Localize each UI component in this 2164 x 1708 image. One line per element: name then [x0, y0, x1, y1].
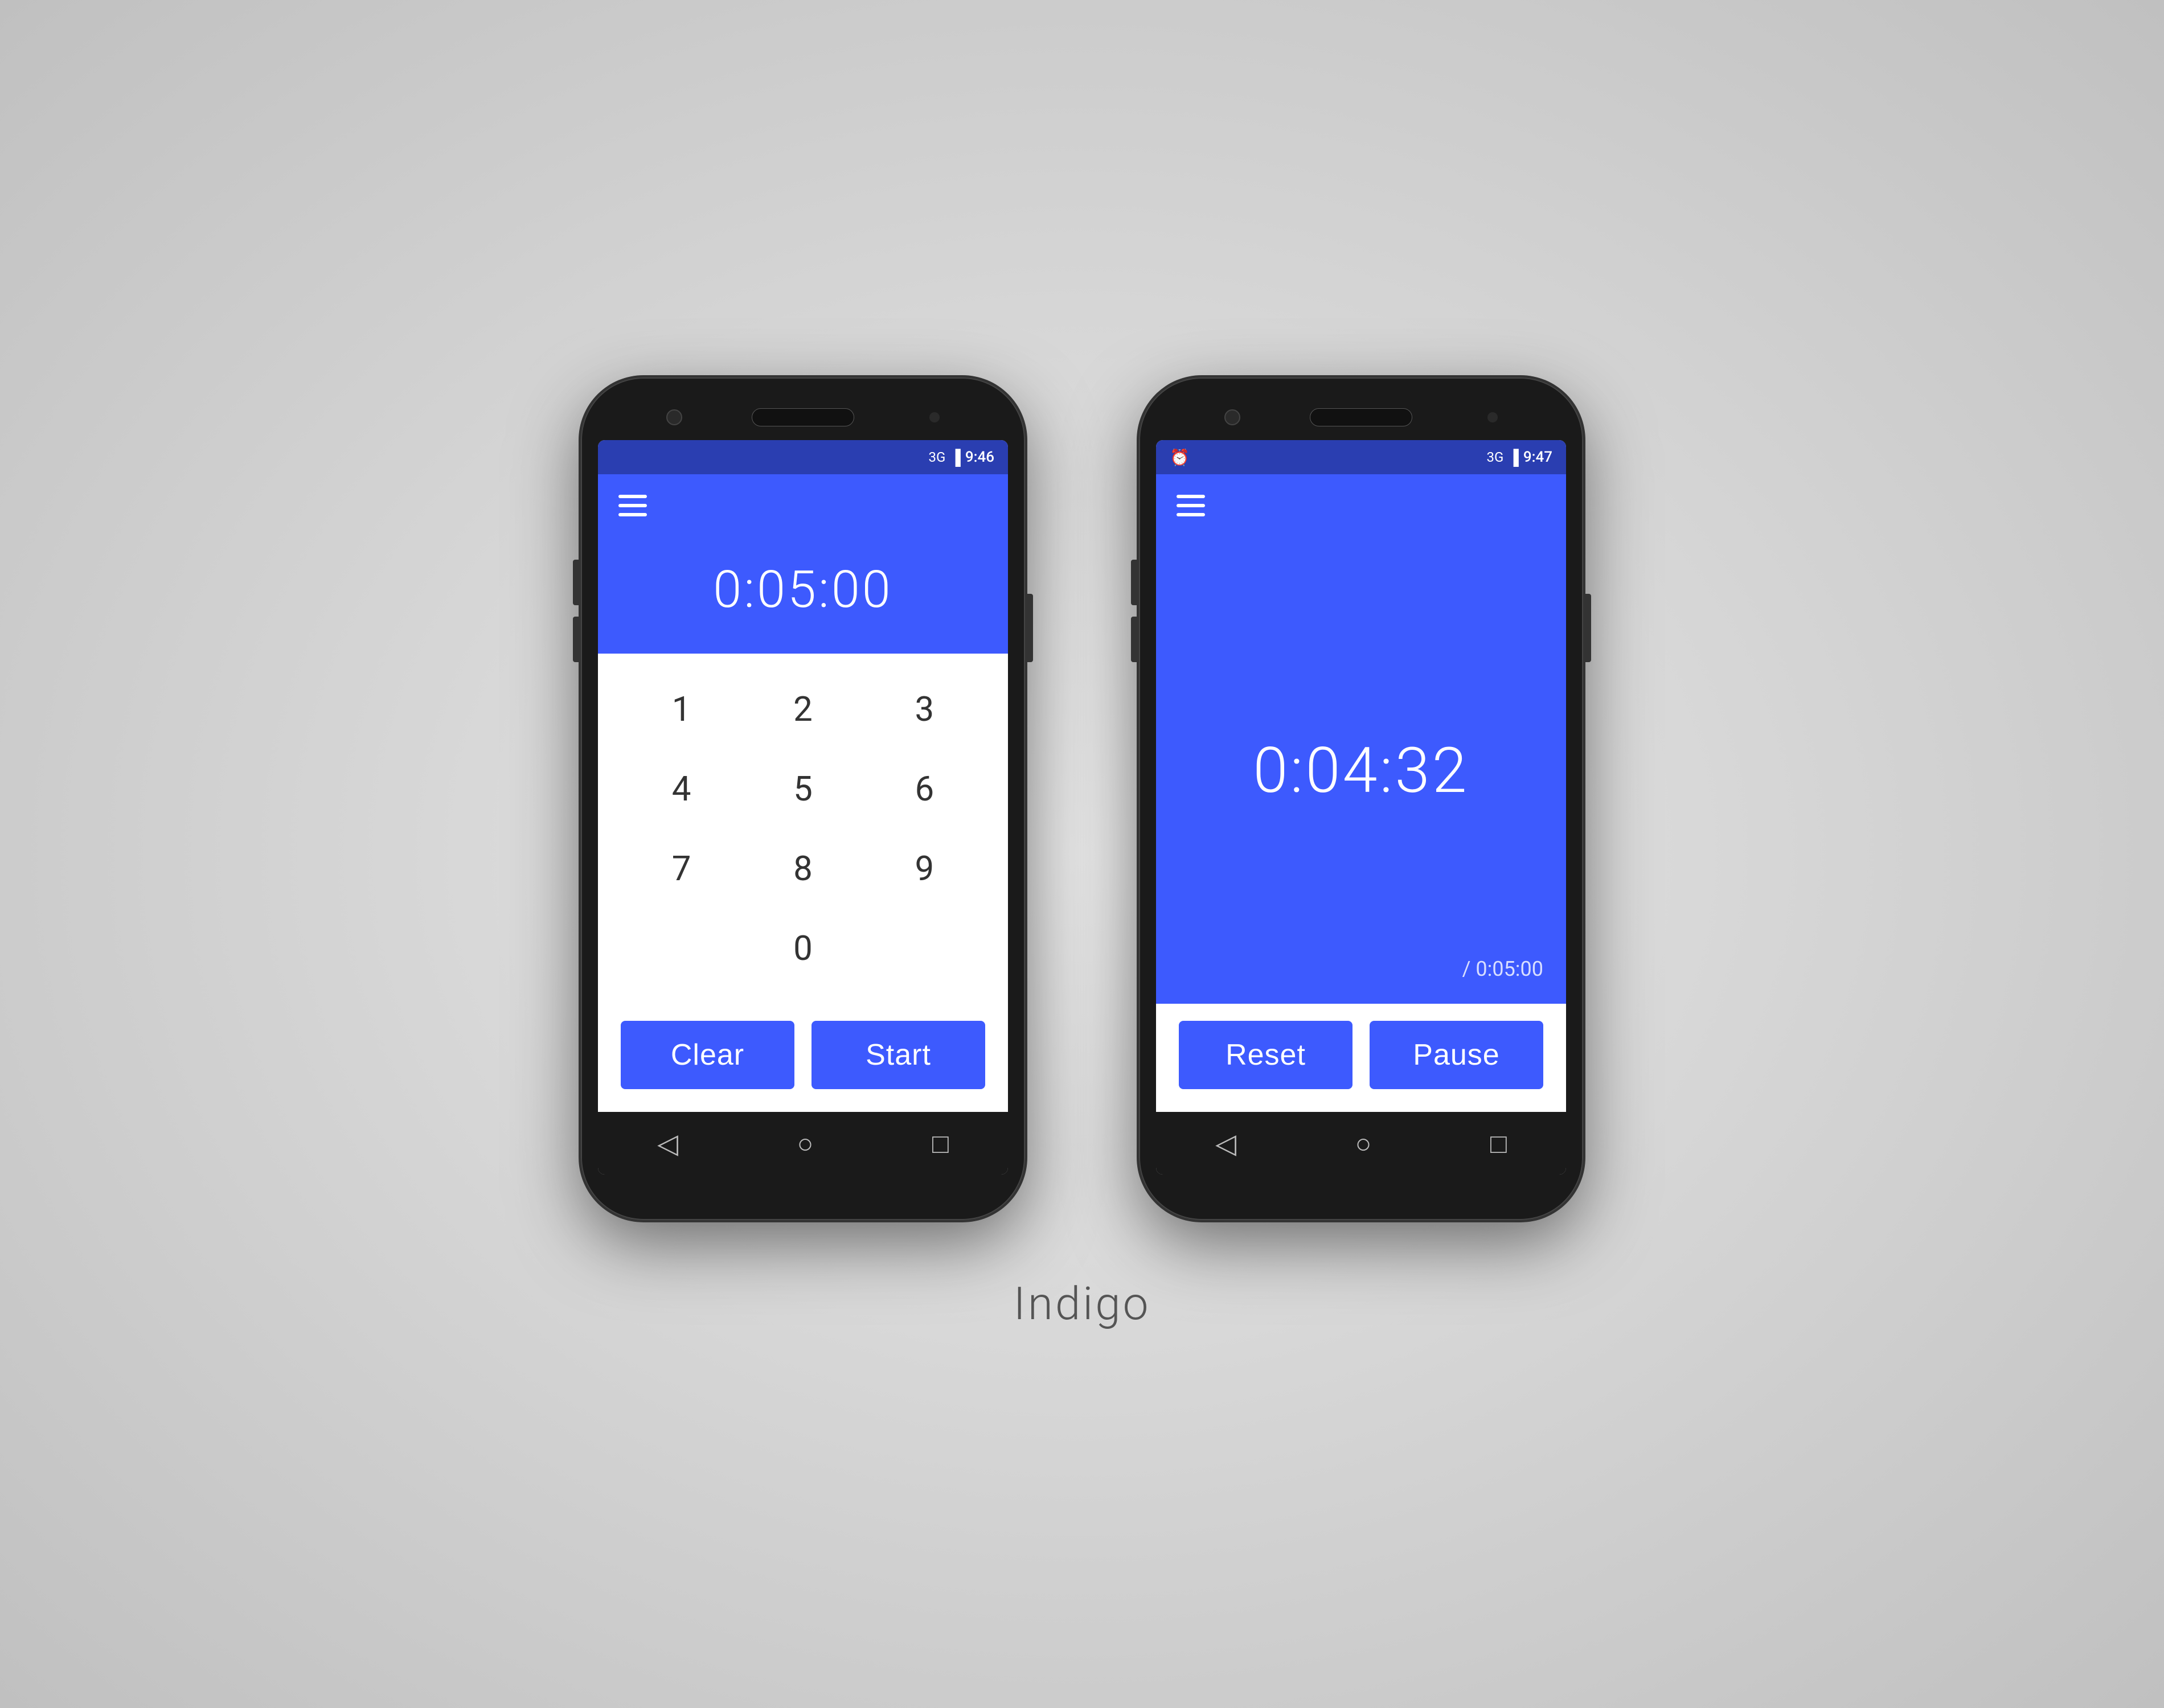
status-icons-1: 3G ▐ 9:46	[929, 449, 994, 466]
notification-light-2	[1487, 412, 1498, 422]
key-7[interactable]: 7	[639, 840, 724, 897]
phone-1: 3G ▐ 9:46 0:05:00 1	[581, 377, 1025, 1220]
phones-container: 3G ▐ 9:46 0:05:00 1	[581, 377, 1583, 1220]
status-bar-1: 3G ▐ 9:46	[598, 440, 1008, 474]
back-button-1[interactable]: ◁	[657, 1127, 678, 1160]
numpad-row-3: 7 8 9	[621, 840, 985, 897]
countdown-display: 0:04:32 / 0:05:00	[1156, 537, 1566, 1004]
vol-down-button-2	[1131, 617, 1139, 662]
phone-2: ⏰ 3G ▐ 9:47 0:04:32 / 0:05:00	[1139, 377, 1583, 1220]
bottom-buttons-1: Clear Start	[598, 1004, 1008, 1112]
numpad: 1 2 3 4 5 6 7 8 9 0	[598, 654, 1008, 1004]
speaker	[752, 408, 854, 426]
key-4[interactable]: 4	[639, 761, 724, 818]
vol-up-button	[573, 560, 581, 605]
nav-bar-1: ◁ ○ □	[598, 1112, 1008, 1175]
status-bar-2: ⏰ 3G ▐ 9:47	[1156, 440, 1566, 474]
menu-button-1[interactable]	[618, 495, 647, 516]
start-button[interactable]: Start	[812, 1021, 985, 1089]
timer-value-1: 0:05:00	[713, 560, 892, 619]
recent-button-1[interactable]: □	[932, 1127, 949, 1160]
phone-1-screen: 3G ▐ 9:46 0:05:00 1	[598, 440, 1008, 1175]
key-5[interactable]: 5	[760, 761, 846, 818]
home-button-1[interactable]: ○	[797, 1127, 813, 1160]
signal-icon-2: 3G	[1487, 449, 1504, 465]
back-button-2[interactable]: ◁	[1215, 1127, 1236, 1160]
time-display-1: 9:46	[965, 449, 994, 466]
numpad-row-2: 4 5 6	[621, 761, 985, 818]
key-0[interactable]: 0	[760, 920, 846, 977]
home-button-2[interactable]: ○	[1355, 1127, 1371, 1160]
phone-2-screen: ⏰ 3G ▐ 9:47 0:04:32 / 0:05:00	[1156, 440, 1566, 1175]
page-title: Indigo	[1014, 1277, 1151, 1331]
notification-light	[929, 412, 940, 422]
recent-button-2[interactable]: □	[1490, 1127, 1507, 1160]
battery-icon-1: ▐	[950, 449, 960, 466]
phone-bottom-1	[598, 1175, 1008, 1203]
battery-icon-2: ▐	[1508, 449, 1518, 466]
menu-button-2[interactable]	[1177, 495, 1205, 516]
numpad-row-1: 1 2 3	[621, 681, 985, 738]
key-8[interactable]: 8	[760, 840, 846, 897]
total-time-display: / 0:05:00	[1462, 957, 1543, 981]
hamburger-line-1	[618, 495, 647, 498]
hamburger-line-5	[1177, 504, 1205, 507]
alarm-clock-icon: ⏰	[1170, 448, 1190, 467]
countdown-value: 0:04:32	[1253, 734, 1469, 807]
nav-bar-2: ◁ ○ □	[1156, 1112, 1566, 1175]
phone-bottom-2	[1156, 1175, 1566, 1203]
numpad-row-4: 0	[621, 920, 985, 977]
power-button-2	[1583, 594, 1591, 662]
front-camera	[666, 409, 682, 425]
timer-display-1: 0:05:00	[598, 537, 1008, 654]
reset-button[interactable]: Reset	[1179, 1021, 1352, 1089]
hamburger-line-4	[1177, 495, 1205, 498]
status-icons-2: 3G ▐ 9:47	[1487, 449, 1552, 466]
key-3[interactable]: 3	[882, 681, 967, 738]
hamburger-line-2	[618, 504, 647, 507]
power-button	[1025, 594, 1033, 662]
key-1[interactable]: 1	[639, 681, 724, 738]
pause-button[interactable]: Pause	[1370, 1021, 1543, 1089]
speaker-2	[1310, 408, 1412, 426]
clear-button[interactable]: Clear	[621, 1021, 794, 1089]
vol-up-button-2	[1131, 560, 1139, 605]
hamburger-line-6	[1177, 513, 1205, 516]
vol-down-button	[573, 617, 581, 662]
time-display-2: 9:47	[1523, 449, 1552, 466]
signal-icon-1: 3G	[929, 449, 946, 465]
key-9[interactable]: 9	[882, 840, 967, 897]
key-2[interactable]: 2	[760, 681, 846, 738]
app-bar-2	[1156, 474, 1566, 537]
app-bar-1	[598, 474, 1008, 537]
front-camera-2	[1224, 409, 1240, 425]
hamburger-line-3	[618, 513, 647, 516]
phone-top	[598, 395, 1008, 440]
key-6[interactable]: 6	[882, 761, 967, 818]
bottom-buttons-2: Reset Pause	[1156, 1004, 1566, 1112]
phone-top-2	[1156, 395, 1566, 440]
